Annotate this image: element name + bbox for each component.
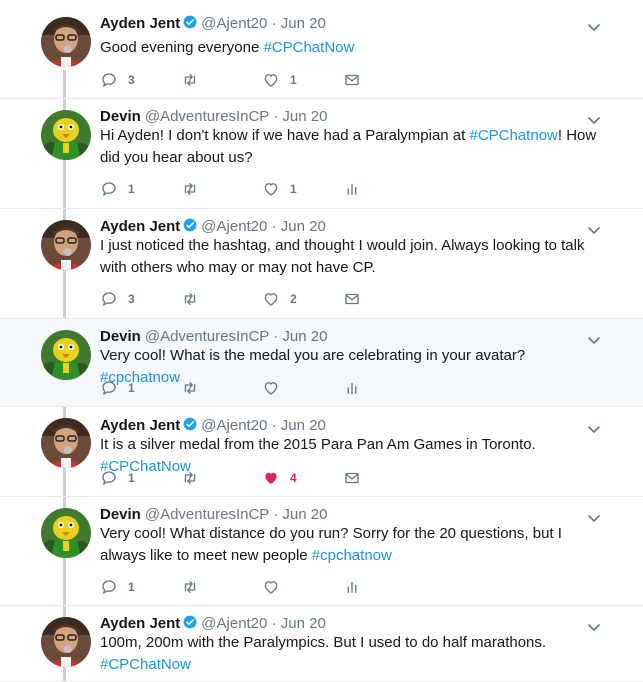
tweet-header: Ayden Jent @Ajent20 · Jun 20 — [100, 614, 326, 634]
tweet-text: Very cool! What distance do you run? Sor… — [100, 523, 600, 567]
tweet-header: Devin @AdventuresInCP · Jun 20 — [100, 327, 327, 347]
separator-dot: · — [269, 328, 283, 345]
avatar[interactable] — [41, 220, 91, 270]
user-handle[interactable]: @Ajent20 — [201, 218, 267, 235]
tweet-actions: 14 — [100, 469, 370, 487]
chevron-down-icon[interactable] — [588, 620, 600, 631]
hashtag-link[interactable]: #cpchatnow — [312, 547, 392, 564]
verified-badge-icon — [183, 15, 197, 29]
tweet-actions: 11 — [100, 180, 370, 198]
tweet-text-segment: It is a silver medal from the 2015 Para … — [100, 436, 536, 453]
user-handle[interactable]: @AdventuresInCP — [145, 108, 269, 125]
tweet-text: Hi Ayden! I don't know if we have had a … — [100, 125, 600, 169]
tweet-date[interactable]: Jun 20 — [281, 15, 326, 32]
tweet-header: Ayden Jent @Ajent20 · Jun 20 — [100, 14, 326, 34]
hashtag-link[interactable]: #CPChatNow — [263, 39, 354, 56]
avatar[interactable] — [41, 418, 91, 468]
like-count: 4 — [290, 471, 297, 485]
verified-badge-icon — [183, 615, 197, 629]
tweet-date[interactable]: Jun 20 — [282, 506, 327, 523]
tweet[interactable]: Ayden Jent @Ajent20 · Jun 20 I just notice… — [0, 209, 643, 319]
avatar[interactable] — [41, 330, 91, 380]
separator-dot: · — [267, 417, 281, 434]
tweet-text: Good evening everyone #CPChatNow — [100, 37, 600, 59]
tweet[interactable]: Ayden Jent @Ajent20 · Jun 20 It is a silve… — [0, 407, 643, 497]
tweet[interactable]: Ayden Jent @Ajent20 · Jun 20 Good evening … — [0, 0, 643, 99]
separator-dot: · — [267, 218, 281, 235]
user-handle[interactable]: @AdventuresInCP — [145, 328, 269, 345]
tweet-header: Devin @AdventuresInCP · Jun 20 — [100, 505, 327, 525]
avatar[interactable] — [41, 110, 91, 160]
chevron-down-icon[interactable] — [588, 422, 600, 433]
avatar[interactable] — [41, 17, 91, 67]
tweet-actions: 31 — [100, 71, 370, 89]
user-handle[interactable]: @Ajent20 — [201, 417, 267, 434]
tweet-date[interactable]: Jun 20 — [281, 218, 326, 235]
tweet-header: Ayden Jent @Ajent20 · Jun 20 — [100, 416, 326, 436]
reply-count: 1 — [128, 471, 135, 485]
display-name[interactable]: Devin — [100, 108, 141, 125]
verified-badge-icon — [183, 417, 197, 431]
tweet-text: I just noticed the hashtag, and thought … — [100, 235, 600, 279]
separator-dot: · — [269, 506, 283, 523]
tweet-date[interactable]: Jun 20 — [282, 328, 327, 345]
separator-dot: · — [267, 15, 281, 32]
reply-count: 1 — [128, 182, 135, 196]
tweet-date[interactable]: Jun 20 — [282, 108, 327, 125]
tweet-text-segment: Very cool! What is the medal you are cel… — [100, 347, 526, 364]
tweet-actions: 32 — [100, 290, 370, 308]
chevron-down-icon[interactable] — [588, 113, 600, 124]
like-count: 2 — [290, 292, 297, 306]
display-name[interactable]: Ayden Jent — [100, 417, 180, 434]
chevron-down-icon[interactable] — [588, 333, 600, 344]
user-handle[interactable]: @Ajent20 — [201, 15, 267, 32]
tweet[interactable]: Devin @AdventuresInCP · Jun 20 Very cool! … — [0, 319, 643, 407]
separator-dot: · — [269, 108, 283, 125]
reply-count: 3 — [128, 292, 135, 306]
display-name[interactable]: Devin — [100, 328, 141, 345]
avatar[interactable] — [41, 508, 91, 558]
tweet-header: Ayden Jent @Ajent20 · Jun 20 — [100, 217, 326, 237]
tweet-text-segment: I just noticed the hashtag, and thought … — [100, 237, 585, 276]
user-handle[interactable]: @AdventuresInCP — [145, 506, 269, 523]
hashtag-link[interactable]: #CPChatnow — [469, 127, 557, 144]
chevron-down-icon[interactable] — [588, 223, 600, 234]
reply-count: 1 — [128, 381, 135, 395]
hashtag-link[interactable]: #CPChatNow — [100, 656, 191, 673]
chevron-down-icon[interactable] — [588, 511, 600, 522]
tweet-text-segment: Good evening everyone — [100, 39, 264, 56]
tweet[interactable]: Ayden Jent @Ajent20 · Jun 20 100m, 200m wi… — [0, 606, 643, 682]
tweet-text: 100m, 200m with the Paralympics. But I u… — [100, 632, 600, 676]
tweet-text-segment: Hi Ayden! I don't know if we have had a … — [100, 127, 470, 144]
avatar[interactable] — [41, 617, 91, 667]
tweet-actions: 1 — [100, 379, 370, 397]
conversation-thread: Ayden Jent @Ajent20 · Jun 20 Good evening … — [0, 0, 643, 682]
separator-dot: · — [267, 615, 281, 632]
reply-count: 1 — [128, 580, 135, 594]
reply-count: 3 — [128, 73, 135, 87]
like-count: 1 — [290, 182, 297, 196]
like-count: 1 — [290, 73, 297, 87]
chevron-down-icon[interactable] — [588, 20, 600, 31]
tweet-text-segment: 100m, 200m with the Paralympics. But I u… — [100, 634, 547, 651]
display-name[interactable]: Ayden Jent — [100, 218, 180, 235]
display-name[interactable]: Ayden Jent — [100, 615, 180, 632]
tweet-actions: 1 — [100, 578, 370, 596]
tweet[interactable]: Devin @AdventuresInCP · Jun 20 Hi Ayden! I… — [0, 99, 643, 209]
display-name[interactable]: Devin — [100, 506, 141, 523]
tweet[interactable]: Devin @AdventuresInCP · Jun 20 Very cool! … — [0, 497, 643, 606]
tweet-date[interactable]: Jun 20 — [281, 417, 326, 434]
tweet-header: Devin @AdventuresInCP · Jun 20 — [100, 107, 327, 127]
display-name[interactable]: Ayden Jent — [100, 15, 180, 32]
tweet-date[interactable]: Jun 20 — [281, 615, 326, 632]
verified-badge-icon — [183, 218, 197, 232]
user-handle[interactable]: @Ajent20 — [201, 615, 267, 632]
